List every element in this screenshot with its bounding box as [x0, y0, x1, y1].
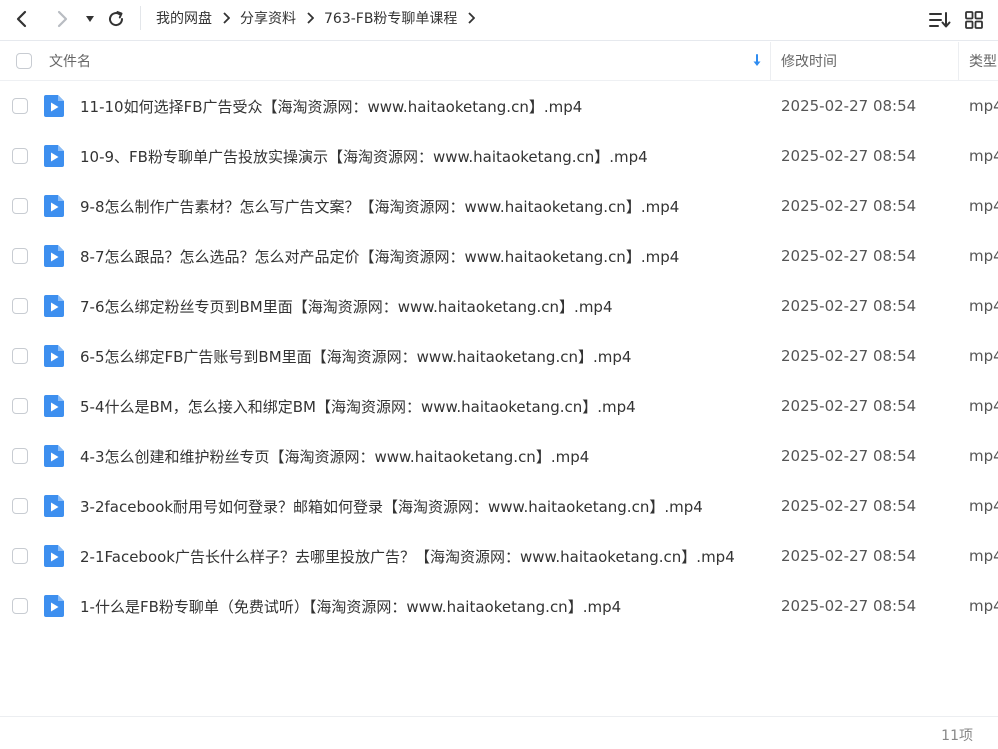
history-dropdown-icon[interactable]: [76, 6, 104, 32]
chevron-right-icon[interactable]: [467, 12, 476, 24]
file-type: mp4: [969, 447, 998, 465]
row-checkbox[interactable]: [12, 148, 28, 164]
column-header-name[interactable]: 文件名: [49, 42, 91, 80]
toolbar: 我的网盘 分享资料 763-FB粉专聊单课程: [0, 0, 998, 41]
breadcrumb-item-my-drive[interactable]: 我的网盘: [156, 8, 212, 28]
row-checkbox[interactable]: [12, 448, 28, 464]
breadcrumb: 我的网盘 分享资料 763-FB粉专聊单课程: [156, 0, 485, 36]
video-file-icon: [43, 431, 65, 481]
breadcrumb-item-current-folder[interactable]: 763-FB粉专聊单课程: [324, 8, 457, 28]
file-row[interactable]: 10-9、FB粉专聊单广告投放实操演示【海淘资源网：www.haitaoketa…: [0, 131, 998, 181]
file-list-header: 文件名 修改时间 类型: [0, 42, 998, 81]
sort-list-icon[interactable]: [928, 8, 952, 32]
row-checkbox[interactable]: [12, 498, 28, 514]
file-row[interactable]: 7-6怎么绑定粉丝专页到BM里面【海淘资源网：www.haitaoketang.…: [0, 281, 998, 331]
column-divider[interactable]: [770, 42, 771, 80]
file-name[interactable]: 4-3怎么创建和维护粉丝专页【海淘资源网：www.haitaoketang.cn…: [80, 431, 589, 481]
column-header-type[interactable]: 类型: [969, 42, 997, 80]
column-header-modified[interactable]: 修改时间: [781, 42, 837, 80]
file-name[interactable]: 10-9、FB粉专聊单广告投放实操演示【海淘资源网：www.haitaoketa…: [80, 131, 648, 181]
file-modified-date: 2025-02-27 08:54: [781, 447, 917, 465]
refresh-icon[interactable]: [102, 6, 130, 32]
back-arrow-icon[interactable]: [8, 6, 36, 32]
chevron-right-icon: [222, 12, 230, 24]
row-checkbox[interactable]: [12, 248, 28, 264]
video-file-icon: [43, 481, 65, 531]
file-name[interactable]: 7-6怎么绑定粉丝专页到BM里面【海淘资源网：www.haitaoketang.…: [80, 281, 613, 331]
row-checkbox[interactable]: [12, 298, 28, 314]
video-file-icon: [43, 331, 65, 381]
file-modified-date: 2025-02-27 08:54: [781, 397, 917, 415]
file-name[interactable]: 9-8怎么制作广告素材？怎么写广告文案？【海淘资源网：www.haitaoket…: [80, 181, 679, 231]
chevron-right-icon: [306, 12, 314, 24]
file-row[interactable]: 1-什么是FB粉专聊单（免费试听）【海淘资源网：www.haitaoketang…: [0, 581, 998, 631]
file-type: mp4: [969, 247, 998, 265]
file-name[interactable]: 5-4什么是BM，怎么接入和绑定BM【海淘资源网：www.haitaoketan…: [80, 381, 636, 431]
file-modified-date: 2025-02-27 08:54: [781, 547, 917, 565]
video-file-icon: [43, 231, 65, 281]
file-modified-date: 2025-02-27 08:54: [781, 597, 917, 615]
file-name[interactable]: 8-7怎么跟品？怎么选品？怎么对产品定价【海淘资源网：www.haitaoket…: [80, 231, 679, 281]
file-name[interactable]: 2-1Facebook广告长什么样子？去哪里投放广告？【海淘资源网：www.ha…: [80, 531, 735, 581]
video-file-icon: [43, 581, 65, 631]
row-checkbox[interactable]: [12, 198, 28, 214]
select-all-checkbox-cell: [16, 42, 32, 80]
video-file-icon: [43, 281, 65, 331]
file-name[interactable]: 6-5怎么绑定FB广告账号到BM里面【海淘资源网：www.haitaoketan…: [80, 331, 631, 381]
video-file-icon: [43, 131, 65, 181]
file-type: mp4: [969, 597, 998, 615]
row-checkbox[interactable]: [12, 398, 28, 414]
file-type: mp4: [969, 147, 998, 165]
select-all-checkbox[interactable]: [16, 53, 32, 69]
file-type: mp4: [969, 97, 998, 115]
row-checkbox[interactable]: [12, 548, 28, 564]
file-row[interactable]: 5-4什么是BM，怎么接入和绑定BM【海淘资源网：www.haitaoketan…: [0, 381, 998, 431]
status-bar: 11项: [0, 716, 998, 749]
video-file-icon: [43, 181, 65, 231]
video-file-icon: [43, 81, 65, 131]
file-type: mp4: [969, 297, 998, 315]
file-modified-date: 2025-02-27 08:54: [781, 297, 917, 315]
file-name[interactable]: 3-2facebook耐用号如何登录？邮箱如何登录【海淘资源网：www.hait…: [80, 481, 703, 531]
sort-descending-icon[interactable]: [751, 42, 763, 80]
row-checkbox[interactable]: [12, 598, 28, 614]
file-name[interactable]: 11-10如何选择FB广告受众【海淘资源网：www.haitaoketang.c…: [80, 81, 582, 131]
file-row[interactable]: 11-10如何选择FB广告受众【海淘资源网：www.haitaoketang.c…: [0, 81, 998, 131]
file-type: mp4: [969, 347, 998, 365]
forward-arrow-icon[interactable]: [48, 6, 76, 32]
video-file-icon: [43, 381, 65, 431]
file-name[interactable]: 1-什么是FB粉专聊单（免费试听）【海淘资源网：www.haitaoketang…: [80, 581, 621, 631]
file-type: mp4: [969, 197, 998, 215]
file-modified-date: 2025-02-27 08:54: [781, 497, 917, 515]
breadcrumb-item-shared[interactable]: 分享资料: [240, 8, 296, 28]
file-row[interactable]: 9-8怎么制作广告素材？怎么写广告文案？【海淘资源网：www.haitaoket…: [0, 181, 998, 231]
file-modified-date: 2025-02-27 08:54: [781, 97, 917, 115]
file-row[interactable]: 8-7怎么跟品？怎么选品？怎么对产品定价【海淘资源网：www.haitaoket…: [0, 231, 998, 281]
file-modified-date: 2025-02-27 08:54: [781, 147, 917, 165]
file-row[interactable]: 6-5怎么绑定FB广告账号到BM里面【海淘资源网：www.haitaoketan…: [0, 331, 998, 381]
file-row[interactable]: 2-1Facebook广告长什么样子？去哪里投放广告？【海淘资源网：www.ha…: [0, 531, 998, 581]
file-row[interactable]: 4-3怎么创建和维护粉丝专页【海淘资源网：www.haitaoketang.cn…: [0, 431, 998, 481]
file-modified-date: 2025-02-27 08:54: [781, 347, 917, 365]
video-file-icon: [43, 531, 65, 581]
grid-view-icon[interactable]: [962, 8, 986, 32]
file-type: mp4: [969, 497, 998, 515]
column-divider[interactable]: [958, 42, 959, 80]
file-row[interactable]: 3-2facebook耐用号如何登录？邮箱如何登录【海淘资源网：www.hait…: [0, 481, 998, 531]
toolbar-divider: [140, 6, 141, 30]
file-modified-date: 2025-02-27 08:54: [781, 197, 917, 215]
row-checkbox[interactable]: [12, 348, 28, 364]
row-checkbox[interactable]: [12, 98, 28, 114]
item-count: 11项: [941, 728, 973, 744]
file-type: mp4: [969, 547, 998, 565]
file-type: mp4: [969, 397, 998, 415]
file-modified-date: 2025-02-27 08:54: [781, 247, 917, 265]
